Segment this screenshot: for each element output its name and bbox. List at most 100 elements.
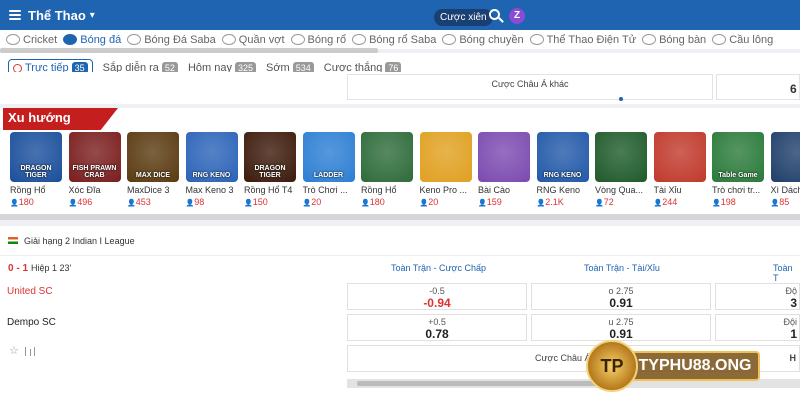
esports-icon	[529, 34, 544, 45]
sport-tab-label: Thể Thao Điện Tử	[546, 33, 637, 46]
game-player-count: 👤159	[478, 197, 530, 207]
sport-tab-label: Bóng rổ	[307, 33, 347, 46]
sport-tab[interactable]: Bóng đá	[63, 34, 121, 46]
game-tile[interactable]: DRAGON TIGER Rồng Hổ T4 👤150	[244, 132, 296, 207]
game-tile[interactable]: MAX DICE MaxDice 3 👤453	[127, 132, 179, 207]
player-count-value: 150	[252, 197, 268, 207]
sport-tab-label: Cricket	[23, 33, 58, 46]
odds-cell-home-over[interactable]: o 2.75 0.91	[531, 283, 711, 310]
game-tile[interactable]: Tài Xỉu 👤244	[653, 132, 706, 207]
more-asian-bets-button[interactable]: Cược Châu Á khác	[347, 74, 713, 100]
player-count-value: 198	[720, 197, 736, 207]
sport-tab[interactable]: Bóng chuyền	[442, 33, 524, 46]
game-thumbnail: Table Game	[712, 132, 764, 182]
sport-tab[interactable]: Cricket	[6, 34, 57, 46]
game-tile[interactable]: RNG KENO Max Keno 3 👤98	[185, 132, 238, 207]
game-thumbnail: DRAGON TIGER	[10, 132, 62, 182]
league-header[interactable]: Giải hạng 2 Indian I League	[0, 226, 800, 256]
sport-tab[interactable]: Bóng Đá Saba	[127, 34, 216, 46]
odds-value: 3	[790, 296, 797, 310]
column-header-over-under: Toàn Trận - Tài/Xỉu	[584, 263, 660, 273]
basketball-icon	[352, 34, 367, 45]
search-icon[interactable]	[489, 9, 500, 20]
game-thumbnail	[478, 132, 530, 182]
stats-icon[interactable]	[25, 347, 35, 356]
pager-dot	[619, 97, 623, 101]
user-icon: 👤	[653, 200, 663, 207]
sport-tab-label: Bóng rổ Saba	[369, 33, 437, 46]
game-tile[interactable]: LADDER Trò Chơi ... 👤20	[302, 132, 355, 207]
user-icon: 👤	[419, 200, 429, 207]
game-player-count: 👤2.1K	[537, 197, 589, 207]
game-tile[interactable]: DRAGON TIGER Rồng Hổ 👤180	[10, 132, 62, 207]
basketball-icon	[290, 34, 305, 45]
odds-cell-home-handicap[interactable]: -0.5 -0.94	[347, 283, 527, 310]
game-name: Keno Pro ...	[419, 185, 468, 195]
game-name: Vòng Qua...	[595, 185, 644, 195]
game-thumbnail: MAX DICE	[127, 132, 179, 182]
odds-value: -0.94	[423, 296, 451, 310]
sport-tab[interactable]: Bóng rổ	[290, 33, 347, 46]
game-player-count: 👤20	[303, 197, 355, 207]
game-tile[interactable]: Vòng Qua... 👤72	[595, 132, 647, 207]
sport-tab-label: Quần vợt	[238, 33, 285, 46]
game-player-count: 👤150	[244, 197, 296, 207]
sport-tab[interactable]: Quần vợt	[221, 33, 285, 46]
game-thumb-text: LADDER	[313, 172, 344, 179]
sport-tab[interactable]: Thể Thao Điện Tử	[529, 33, 637, 46]
game-name: Bài Cào	[478, 185, 511, 195]
game-name: Xóc Đĩa	[68, 185, 101, 195]
game-tile[interactable]: Keno Pro ... 👤20	[419, 132, 472, 207]
game-thumbnail: RNG KENO	[536, 132, 589, 182]
odds-cell-away-handicap[interactable]: +0.5 0.78	[347, 314, 527, 341]
user-icon: 👤	[68, 200, 78, 207]
odds-cell-home-1x2[interactable]: Độ 3	[715, 283, 800, 310]
sport-tab-label: Bóng bàn	[659, 33, 707, 46]
user-icon: 👤	[10, 200, 19, 207]
handicap-line: +0.5	[428, 317, 446, 327]
game-thumbnail	[419, 132, 472, 182]
game-tile[interactable]: RNG KENO RNG Keno 👤2.1K	[536, 132, 589, 207]
match-score: 0 - 1	[8, 263, 29, 274]
sport-tab-label: Bóng chuyền	[459, 33, 524, 46]
game-tile[interactable]: FISH PRAWN CRAB Xóc Đĩa 👤496	[68, 132, 121, 207]
home-team: United SC	[7, 286, 53, 297]
game-name: Rồng Hổ	[361, 185, 397, 195]
sport-tab[interactable]: Bóng rổ Saba	[352, 34, 436, 46]
chevron-down-icon[interactable]: ▾	[90, 10, 95, 21]
sports-tabs: Cricket Bóng đá Bóng Đá Saba Quần vợt Bóng r…	[0, 30, 800, 49]
game-thumbnail	[595, 132, 647, 182]
odds-cell-away-1x2[interactable]: Đội 1	[715, 314, 800, 341]
game-player-count: 👤198	[712, 197, 764, 207]
game-tile[interactable]: Rồng Hổ 👤180	[361, 132, 413, 207]
player-count-value: 159	[486, 197, 502, 207]
game-thumbnail	[361, 132, 413, 182]
badminton-icon	[712, 34, 727, 45]
combo-bet-button[interactable]: Cược xiên	[434, 9, 493, 26]
odds-cell[interactable]	[716, 74, 800, 100]
star-icon[interactable]: ☆	[9, 344, 19, 357]
player-count-value: 244	[662, 197, 678, 207]
games-scrollbar[interactable]	[0, 214, 800, 220]
game-thumbnail	[770, 132, 800, 182]
sport-tab-label: Cầu lông	[729, 33, 774, 46]
game-player-count: 👤244	[654, 197, 706, 207]
game-tile[interactable]: Xì Dách 👤85	[770, 132, 800, 207]
game-tile[interactable]: Table Game Trò chơi tr... 👤198	[712, 132, 764, 207]
game-thumb-text: MAX DICE	[135, 172, 171, 179]
odds-value: 6	[790, 82, 797, 96]
menu-icon[interactable]	[9, 10, 21, 20]
game-thumb-text: RNG KENO	[543, 172, 582, 179]
brand-logo-icon[interactable]: Z	[509, 8, 525, 24]
top-bar: Thể Thao ▾ Cược xiên Z	[0, 0, 800, 30]
game-thumbnail: DRAGON TIGER	[244, 132, 296, 182]
bet-line: Độ	[785, 286, 797, 296]
game-player-count: 👤85	[771, 197, 800, 207]
odds-cell-away-under[interactable]: u 2.75 0.91	[531, 314, 711, 341]
game-tile[interactable]: Bài Cào 👤159	[478, 132, 530, 207]
page-title[interactable]: Thể Thao	[28, 8, 86, 23]
sport-tab[interactable]: Bóng bàn	[642, 34, 706, 46]
scrollbar-thumb[interactable]	[357, 381, 597, 386]
user-icon: 👤	[595, 200, 604, 207]
sport-tab[interactable]: Cầu lông	[712, 34, 773, 46]
